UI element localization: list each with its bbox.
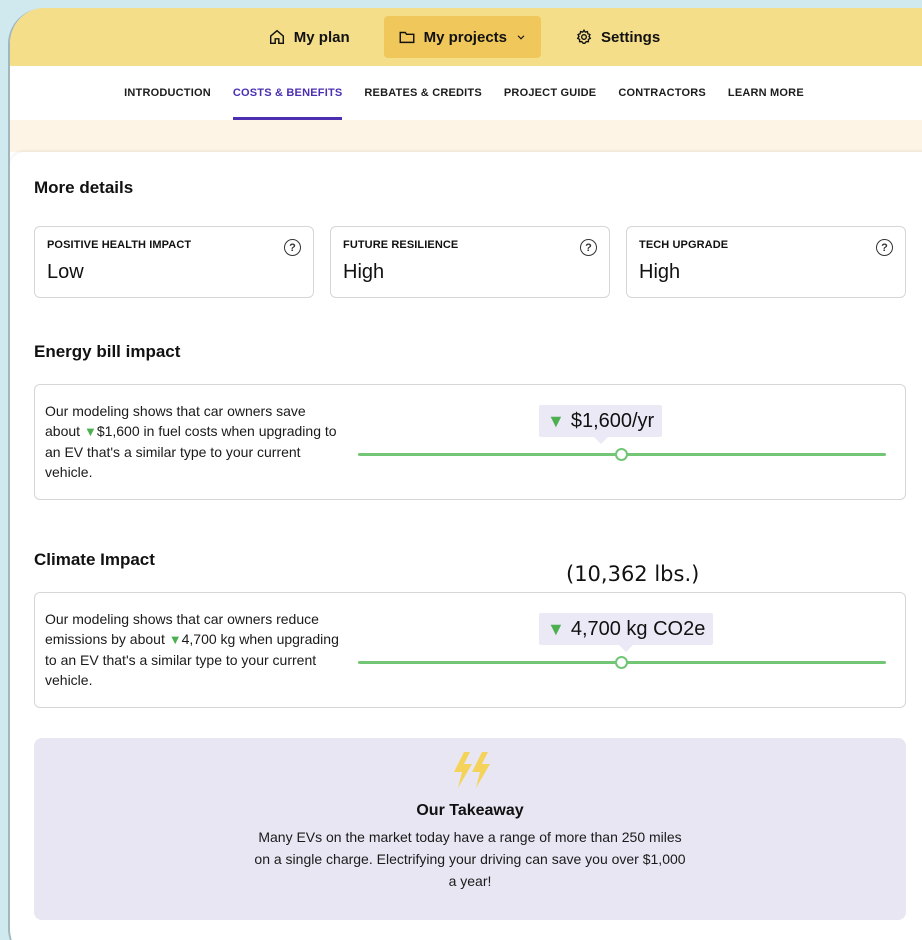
- takeaway-body: Many EVs on the market today have a rang…: [254, 829, 686, 889]
- detail-card-resilience: FUTURE RESILIENCE High ?: [330, 226, 610, 298]
- gear-icon: [576, 29, 592, 44]
- more-details-title: More details: [34, 178, 134, 197]
- detail-card-health: POSITIVE HEALTH IMPACT Low ?: [34, 226, 314, 298]
- section-tabs: INTRODUCTION COSTS & BENEFITS REBATES & …: [10, 66, 922, 120]
- nav-my-plan-label: My plan: [293, 28, 350, 46]
- chevron-down-icon: [517, 35, 525, 40]
- tab-project-guide[interactable]: PROJECT GUIDE: [504, 66, 596, 120]
- detail-card-label: FUTURE RESILIENCE: [343, 239, 459, 251]
- nav-settings[interactable]: Settings: [561, 16, 674, 58]
- help-icon[interactable]: ?: [580, 239, 597, 256]
- decrease-arrow-icon: ▼: [83, 424, 97, 439]
- nav-my-projects-label: My projects: [423, 28, 507, 46]
- nav-my-plan[interactable]: My plan: [254, 16, 364, 58]
- app-window: My plan My projects Settings INTRODUCTIO…: [8, 8, 922, 940]
- detail-card-label: POSITIVE HEALTH IMPACT: [47, 239, 192, 251]
- help-icon[interactable]: ?: [876, 239, 893, 256]
- energy-text-amount: $1,600: [96, 423, 140, 439]
- climate-slider-thumb: [615, 656, 628, 669]
- detail-card-tech: TECH UPGRADE High ?: [626, 226, 906, 298]
- folder-icon: [399, 31, 415, 44]
- climate-annotation: (10,362 lbs.): [566, 562, 700, 586]
- top-navigation: My plan My projects Settings: [10, 8, 922, 66]
- takeaway-panel: Our Takeaway Many EVs on the market toda…: [34, 738, 906, 920]
- tab-introduction[interactable]: INTRODUCTION: [124, 66, 211, 120]
- climate-impact-text: Our modeling shows that car owners reduc…: [45, 609, 341, 690]
- energy-impact-card: Our modeling shows that car owners save …: [34, 384, 906, 500]
- energy-impact-text: Our modeling shows that car owners save …: [45, 401, 341, 482]
- nav-my-projects[interactable]: My projects: [383, 16, 541, 58]
- lightning-icon: [454, 752, 490, 788]
- tab-costs-benefits[interactable]: COSTS & BENEFITS: [232, 66, 343, 120]
- energy-slider-thumb: [615, 448, 628, 461]
- climate-impact-title: Climate Impact: [34, 550, 155, 569]
- climate-text-amount: 4,700 kg: [181, 631, 236, 647]
- detail-card-value: High: [639, 261, 681, 283]
- decrease-arrow-icon: ▼: [547, 410, 565, 431]
- detail-card-value: Low: [47, 261, 84, 283]
- home-icon: [269, 29, 284, 45]
- tab-contractors[interactable]: CONTRACTORS: [618, 66, 706, 120]
- decrease-arrow-icon: ▼: [168, 632, 182, 647]
- header-band: [10, 120, 922, 152]
- energy-value: $1,600/yr: [570, 409, 655, 432]
- energy-bill-title: Energy bill impact: [34, 342, 181, 361]
- help-icon[interactable]: ?: [284, 239, 301, 256]
- climate-value: 4,700 kg CO2e: [570, 617, 706, 640]
- takeaway-title: Our Takeaway: [416, 802, 524, 819]
- energy-value-bubble: ▼ $1,600/yr: [539, 405, 663, 444]
- detail-card-label: TECH UPGRADE: [639, 239, 729, 251]
- climate-impact-card: Our modeling shows that car owners reduc…: [34, 592, 906, 708]
- main-content: More details POSITIVE HEALTH IMPACT Low …: [10, 152, 922, 940]
- tab-learn-more[interactable]: LEARN MORE: [728, 66, 804, 120]
- climate-value-bubble: ▼ 4,700 kg CO2e: [539, 613, 714, 652]
- tab-rebates-credits[interactable]: REBATES & CREDITS: [364, 66, 481, 120]
- detail-card-value: High: [343, 261, 385, 283]
- nav-settings-label: Settings: [601, 28, 661, 46]
- decrease-arrow-icon: ▼: [547, 618, 565, 639]
